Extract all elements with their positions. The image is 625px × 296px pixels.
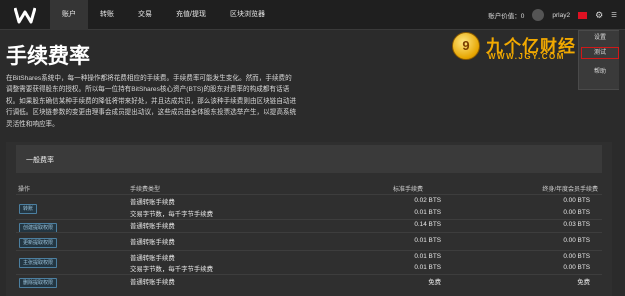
fee-type-cell: 普通转账手续费 (130, 223, 175, 230)
standard-fee-cell: 0.01 BTS (414, 253, 441, 260)
divider (16, 232, 602, 233)
standard-fee-cell: 0.14 BTS (414, 221, 441, 228)
op-claim-withdraw-permission-button[interactable]: 主张提取权限 (19, 258, 58, 268)
language-flag-icon[interactable] (578, 11, 588, 19)
fee-type-cell: 普通转账手续费 (130, 279, 175, 286)
menu-icon[interactable]: ☰ (611, 11, 617, 19)
divider (16, 274, 602, 275)
member-fee-cell: 免费 (577, 279, 590, 286)
column-header-operation: 操作 (18, 187, 31, 193)
coin-glyph: 9 (462, 38, 470, 53)
standard-fee-cell: 0.01 BTS (414, 264, 441, 271)
nav-deposit-withdraw[interactable]: 充值/提现 (164, 0, 218, 30)
nav-transfer[interactable]: 转账 (88, 0, 126, 30)
gear-icon[interactable]: ⚙ (595, 10, 603, 21)
member-fee-cell: 0.03 BTS (563, 221, 590, 228)
section-header: 一般费率 (16, 145, 602, 173)
member-fee-cell: 0.00 BTS (563, 237, 590, 244)
member-fee-cell: 0.00 BTS (563, 264, 590, 271)
watermark-logo: 9 九个亿财经 WWW.JGY.COM (452, 32, 608, 62)
fee-type-cell: 普通转账手续费 (130, 199, 175, 206)
standard-fee-cell: 0.01 BTS (414, 237, 441, 244)
top-navbar: 账户 转账 交易 充值/提现 区块浏览器 账户价值：0 prlay2 ⚙ ☰ (0, 0, 625, 30)
fee-type-cell: 普通转账手续费 (130, 239, 175, 246)
fee-type-cell: 交易字节数，每千字节手续费 (130, 211, 214, 218)
member-fee-cell: 0.00 BTS (563, 197, 590, 204)
standard-fee-cell: 0.01 BTS (414, 209, 441, 216)
avatar[interactable] (532, 9, 545, 21)
op-update-withdraw-permission-button[interactable]: 更新提取权限 (19, 238, 58, 248)
main-nav: 账户 转账 交易 充值/提现 区块浏览器 (50, 0, 277, 30)
member-fee-cell: 0.00 BTS (563, 253, 590, 260)
section-title: 一般费率 (26, 157, 54, 164)
username[interactable]: prlay2 (552, 12, 570, 19)
page-title: 手续费率 (6, 45, 90, 68)
standard-fee-cell: 0.02 BTS (414, 197, 441, 204)
account-value: 账户价值：0 (488, 13, 525, 20)
divider (16, 194, 602, 195)
intro-text: 在BitShares系统中，每一种操作都将花费相应的手续费。手续费率可能发生变化… (6, 75, 297, 128)
divider (16, 219, 602, 220)
fee-type-cell: 普通转账手续费 (130, 255, 175, 262)
member-fee-cell: 0.00 BTS (563, 209, 590, 216)
standard-fee-cell: 免费 (428, 279, 441, 286)
column-header-fee-type: 手续费类型 (130, 187, 161, 193)
nav-account[interactable]: 账户 (50, 0, 88, 30)
fee-type-cell: 交易字节数，每千字节手续费 (130, 266, 214, 273)
column-header-member-fee: 终身/年度会员手续费 (542, 187, 598, 193)
dropdown-item-help[interactable]: 帮助 (579, 65, 621, 79)
op-transfer-button[interactable]: 转账 (19, 204, 38, 214)
divider (16, 250, 602, 251)
column-header-standard-fee: 标准手续费 (392, 187, 423, 193)
nav-exchange[interactable]: 交易 (126, 0, 164, 30)
fee-panel: 一般费率 操作 手续费类型 标准手续费 终身/年度会员手续费 转账 创建提取权限… (6, 142, 612, 296)
op-delete-withdraw-permission-button[interactable]: 删除提取权限 (19, 278, 58, 288)
scrollbar[interactable] (619, 30, 623, 296)
watermark-url: WWW.JGY.COM (488, 52, 565, 61)
nav-explorer[interactable]: 区块浏览器 (218, 0, 277, 30)
header-right: 账户价值：0 prlay2 ⚙ ☰ (480, 0, 617, 30)
bitshares-logo[interactable] (14, 6, 36, 24)
